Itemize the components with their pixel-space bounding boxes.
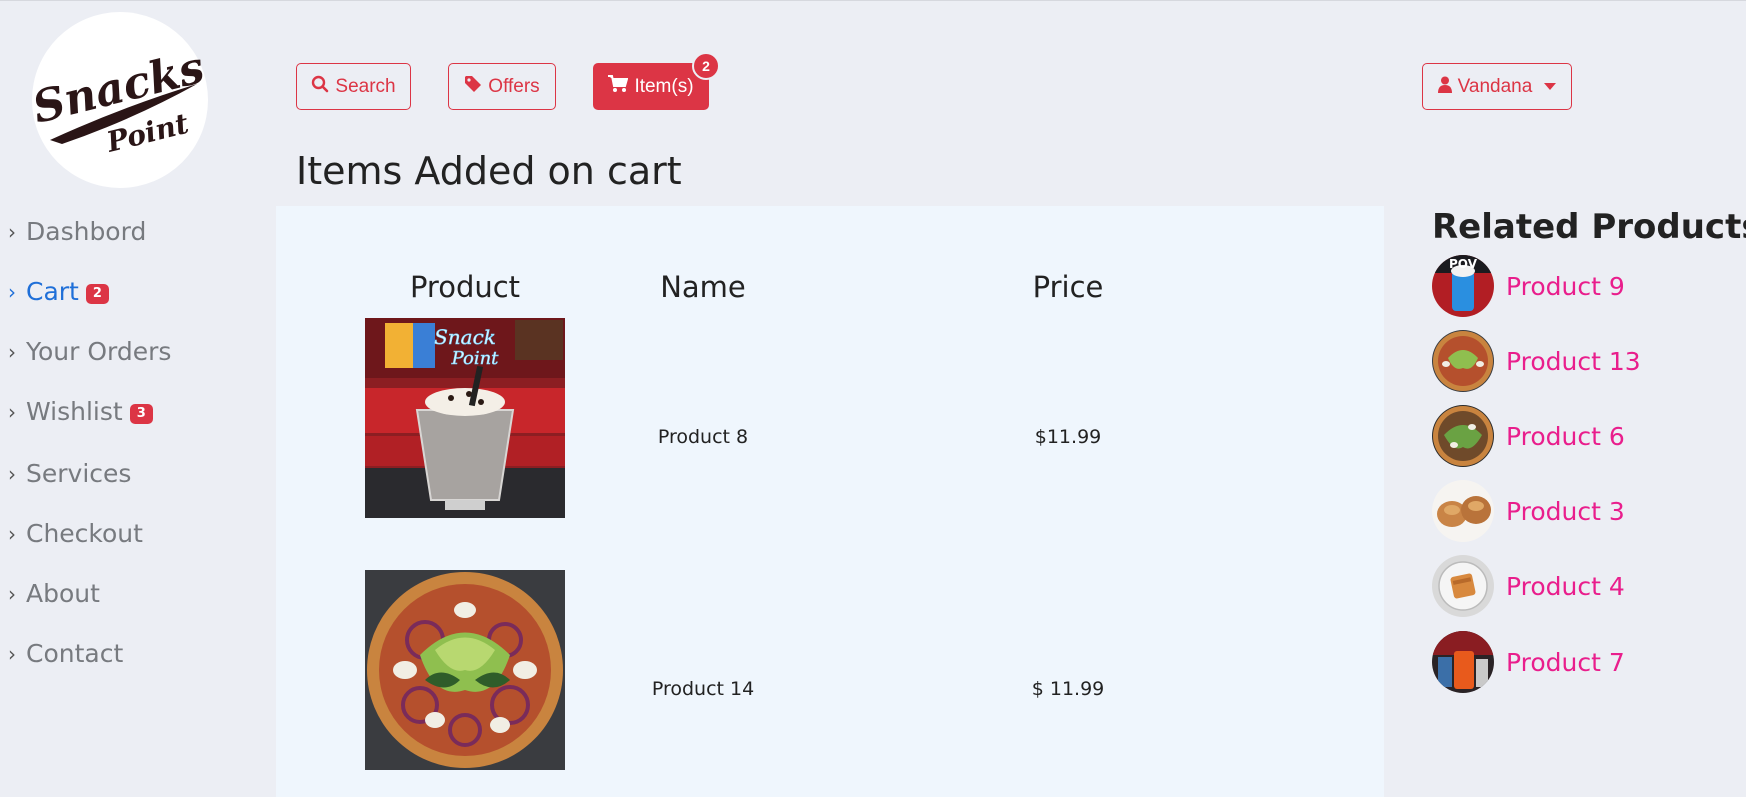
cart-row-price: $11.99 — [1034, 426, 1102, 448]
related-product-image — [1432, 555, 1494, 617]
cart-table: Product Name Price Snack Point Product 8… — [276, 206, 1384, 797]
related-product-item[interactable]: Product 13 — [1432, 330, 1641, 392]
related-product-image — [1432, 330, 1494, 392]
sidebar-item-checkout[interactable]: › Checkout — [8, 519, 143, 548]
related-product-image: POV — [1432, 255, 1494, 317]
user-menu-label: Vandana — [1457, 75, 1533, 97]
brand-logo[interactable]: Snacks Point — [32, 12, 208, 188]
sidebar-item-label: Cart — [26, 277, 79, 306]
sidebar-item-dashbord[interactable]: › Dashbord — [8, 217, 146, 246]
cart-row-name: Product 8 — [657, 426, 749, 448]
tag-icon — [464, 75, 482, 98]
sidebar-item-label: Checkout — [26, 519, 143, 548]
search-icon — [311, 75, 329, 98]
user-icon — [1437, 76, 1452, 98]
cart-items-count-badge: 2 — [692, 52, 720, 80]
search-button[interactable]: Search — [296, 63, 411, 110]
sidebar-item-label: Wishlist — [26, 397, 123, 426]
related-product-item[interactable]: Product 4 — [1432, 555, 1625, 617]
sidebar-item-about[interactable]: › About — [8, 579, 100, 608]
chevron-right-icon: › — [8, 461, 16, 486]
cart-row-name: Product 14 — [651, 678, 755, 700]
related-product-link[interactable]: Product 7 — [1506, 648, 1625, 677]
related-product-image — [1432, 405, 1494, 467]
related-product-item[interactable]: POV Product 9 — [1432, 255, 1625, 317]
related-product-link[interactable]: Product 13 — [1506, 347, 1641, 376]
wishlist-count-badge: 3 — [129, 403, 153, 424]
sidebar-item-label: Services — [26, 459, 132, 488]
shopping-cart-icon — [608, 75, 629, 98]
chevron-right-icon: › — [8, 521, 16, 546]
sidebar-item-label: Contact — [26, 639, 124, 668]
chevron-right-icon: › — [8, 581, 16, 606]
page-title: Items Added on cart — [296, 149, 682, 193]
product-image-milkshake[interactable]: Snack Point — [365, 318, 565, 518]
related-product-item[interactable]: Product 3 — [1432, 480, 1625, 542]
chevron-right-icon: › — [8, 219, 16, 244]
offers-button-label: Offers — [488, 75, 540, 97]
cart-count-badge: 2 — [85, 283, 109, 304]
related-product-link[interactable]: Product 6 — [1506, 422, 1625, 451]
search-button-label: Search — [335, 75, 396, 97]
sidebar-item-contact[interactable]: › Contact — [8, 639, 123, 668]
chevron-right-icon: › — [8, 399, 16, 424]
sidebar-item-your-orders[interactable]: › Your Orders — [8, 337, 171, 366]
sidebar-item-wishlist[interactable]: › Wishlist 3 — [8, 397, 153, 426]
related-products-title: Related Products — [1432, 207, 1746, 247]
svg-text:Point: Point — [451, 348, 500, 369]
chevron-right-icon: › — [8, 279, 16, 304]
chevron-right-icon: › — [8, 339, 16, 364]
caret-down-icon — [1544, 83, 1557, 90]
sidebar-item-cart[interactable]: › Cart 2 — [8, 277, 109, 306]
related-product-image — [1432, 631, 1494, 693]
sidebar-item-label: About — [26, 579, 100, 608]
related-product-item[interactable]: Product 7 — [1432, 631, 1625, 693]
column-header-price: Price — [1032, 270, 1104, 304]
related-product-item[interactable]: Product 6 — [1432, 405, 1625, 467]
related-product-link[interactable]: Product 4 — [1506, 572, 1625, 601]
product-image-pizza[interactable] — [365, 570, 565, 770]
cart-items-button[interactable]: Item(s) 2 — [593, 52, 720, 110]
cart-items-button-label: Item(s) — [634, 75, 694, 97]
chevron-right-icon: › — [8, 641, 16, 666]
related-product-link[interactable]: Product 9 — [1506, 272, 1625, 301]
column-header-name: Name — [660, 270, 746, 304]
offers-button[interactable]: Offers — [448, 63, 556, 110]
svg-text:POV: POV — [1449, 257, 1478, 271]
user-menu-dropdown[interactable]: Vandana — [1422, 63, 1572, 110]
svg-text:Snack: Snack — [434, 325, 496, 349]
sidebar-item-services[interactable]: › Services — [8, 459, 131, 488]
sidebar-item-label: Your Orders — [26, 337, 172, 366]
sidebar-item-label: Dashbord — [26, 217, 147, 246]
brand-logo-graphic: Snacks Point — [32, 42, 208, 159]
related-product-image — [1432, 480, 1494, 542]
column-header-product: Product — [409, 270, 521, 304]
related-product-link[interactable]: Product 3 — [1506, 497, 1625, 526]
cart-row-price: $ 11.99 — [1031, 678, 1105, 700]
